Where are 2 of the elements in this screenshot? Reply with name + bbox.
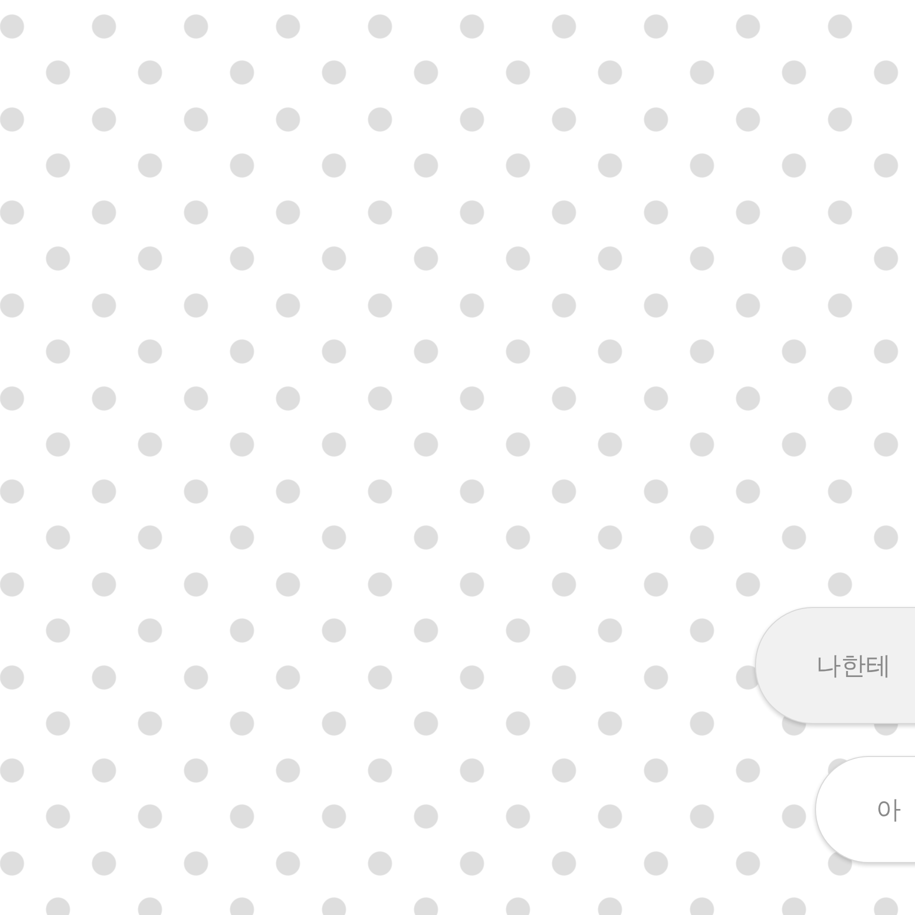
choice-button[interactable]: 아	[815, 756, 915, 863]
choice-button[interactable]: 나한테	[755, 607, 915, 724]
